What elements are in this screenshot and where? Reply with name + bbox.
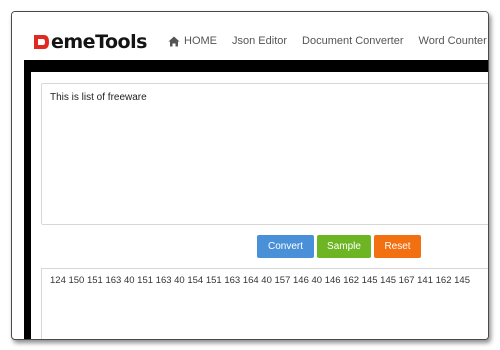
browser-window: emeTools HOME Json Editor Document Conve… [11, 11, 489, 340]
main-nav: HOME Json Editor Document Converter Word… [168, 31, 488, 51]
home-icon [168, 36, 180, 46]
logo-text: emeTools [51, 31, 147, 53]
nav-document-converter-label: Document Converter [302, 35, 404, 47]
nav-home[interactable]: HOME [168, 35, 217, 47]
nav-document-converter[interactable]: Document Converter [302, 35, 404, 47]
reset-button[interactable]: Reset [374, 235, 421, 258]
logo-mark-icon [34, 35, 49, 49]
nav-json-editor[interactable]: Json Editor [232, 35, 287, 47]
convert-button[interactable]: Convert [257, 235, 314, 258]
output-text: 124 150 151 163 40 151 163 40 154 151 16… [50, 275, 470, 286]
input-text: This is list of freeware [50, 92, 147, 103]
nav-home-label: HOME [184, 35, 217, 47]
site-logo[interactable]: emeTools [32, 30, 147, 54]
sample-button[interactable]: Sample [317, 235, 371, 258]
nav-word-counter-label: Word Counter [418, 35, 487, 47]
site-header: emeTools HOME Json Editor Document Conve… [12, 12, 488, 60]
nav-json-editor-label: Json Editor [232, 35, 288, 47]
nav-word-counter[interactable]: Word Counter [419, 35, 487, 47]
input-textarea[interactable] [41, 83, 488, 225]
